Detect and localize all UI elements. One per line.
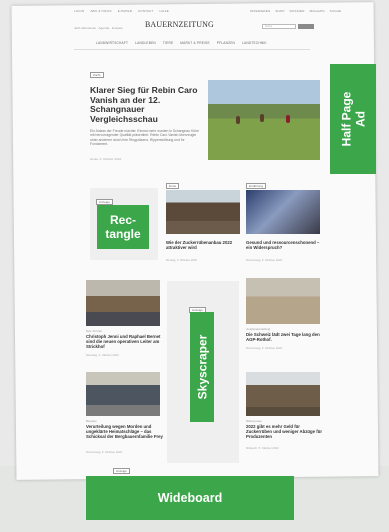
card-date: Dienstag, 4. Oktober 2022 — [86, 353, 119, 357]
card-date: Mittwoch, 5. Oktober 2022 — [246, 446, 279, 450]
card-kicker: Bergbau — [86, 419, 97, 423]
main-nav: LANDWIRTSCHAFT LANDLEBEN TIERE MARKT & P… — [96, 41, 267, 45]
card-title[interactable]: Die Schweiz lädt zwei Tage lang den AGP-… — [246, 332, 320, 342]
hero-title[interactable]: Klarer Sieg für Rebin Caro Vanish an der… — [90, 85, 200, 124]
card-kicker: Neu: Portrait — [86, 329, 102, 333]
card-date: Montag, 3. Oktober 2022 — [166, 258, 197, 262]
top-link[interactable]: ABO & INFOS — [90, 9, 111, 13]
card-date: Donnerstag, 6. Oktober 2022 — [86, 450, 123, 454]
top-link[interactable]: DOSSIER — [290, 9, 305, 13]
top-link[interactable]: INSERIEREN — [250, 9, 270, 13]
rectangle-ad: Rec- tangle — [97, 205, 149, 249]
top-link[interactable]: SHOP — [275, 9, 284, 13]
hero-badge: Zucht — [90, 72, 104, 78]
ad-label: Anzeige — [113, 468, 130, 474]
nav-divider — [74, 49, 310, 50]
top-links-left: LOGIN ABO & INFOS E-PAPER KONTAKT HILFE — [74, 9, 169, 13]
card-title[interactable]: Verurteilung wegen Morden und ungeklärte… — [86, 424, 164, 440]
hero-teaser: Ein Anlass der Freude machte: Einmal meh… — [90, 129, 199, 147]
card-photo[interactable] — [86, 372, 160, 416]
card-photo[interactable] — [86, 280, 160, 326]
nav-item[interactable]: TIERE — [163, 41, 173, 45]
card-title[interactable]: Wie der Zuckerrübenanbau 2022 attraktive… — [166, 240, 240, 250]
card-title[interactable]: Christoph Jenni und Raphael Bernet sind … — [86, 334, 164, 350]
top-link[interactable]: SUCHE — [330, 9, 342, 13]
hero-date: Heute, 6. Oktober 2022 — [90, 157, 122, 161]
sub-info: Jetzt abonnieren · Agenda · Inserate — [74, 26, 123, 30]
top-link[interactable]: LOGIN — [74, 9, 84, 13]
card-date: Donnerstag, 6. Oktober 2022 — [246, 258, 283, 262]
card-photo[interactable] — [246, 372, 320, 416]
nav-item[interactable]: MARKT & PREISE — [180, 41, 210, 45]
top-link[interactable]: HILFE — [159, 9, 169, 13]
card-badge: Ernte — [166, 183, 180, 189]
person-figure — [260, 114, 264, 122]
card-photo[interactable] — [246, 190, 320, 234]
top-link[interactable]: MAGAZIN — [310, 9, 325, 13]
card-title[interactable]: 2022 gibt es mehr Geld für Zuckerrüben u… — [246, 424, 322, 440]
site-logo[interactable]: BAUERNZEITUNG — [145, 20, 214, 29]
person-figure — [286, 115, 290, 123]
card-title[interactable]: Gesund und ressourcenschonend – ein Wide… — [246, 240, 320, 250]
card-kicker: Rübenpreise — [246, 419, 262, 423]
card-date: Donnerstag, 6. Oktober 2022 — [246, 346, 283, 350]
nav-item[interactable]: PFLANZEN — [217, 41, 235, 45]
nav-item[interactable]: LANDWIRTSCHAFT — [96, 41, 128, 45]
person-figure — [236, 116, 240, 124]
card-photo[interactable] — [246, 278, 320, 324]
card-kicker: Jungtierausstellung — [246, 327, 271, 331]
card-badge: Ernährung — [246, 183, 267, 189]
nav-item[interactable]: LANDTECHNIK — [242, 41, 267, 45]
search-button[interactable] — [298, 24, 314, 29]
hero-photo[interactable] — [208, 80, 320, 160]
nav-item[interactable]: LANDLEBEN — [135, 41, 156, 45]
top-link[interactable]: KONTAKT — [138, 9, 153, 13]
top-link[interactable]: E-PAPER — [118, 9, 132, 13]
card-photo[interactable] — [166, 190, 240, 234]
top-links-right: INSERIEREN SHOP DOSSIER MAGAZIN SUCHE — [250, 9, 341, 13]
half-page-ad: Half Page Ad — [330, 64, 376, 174]
wideboard-ad: Wideboard — [86, 476, 294, 520]
search-input[interactable]: Suche — [262, 24, 296, 29]
skyscraper-ad: Skyscraper — [190, 312, 214, 422]
